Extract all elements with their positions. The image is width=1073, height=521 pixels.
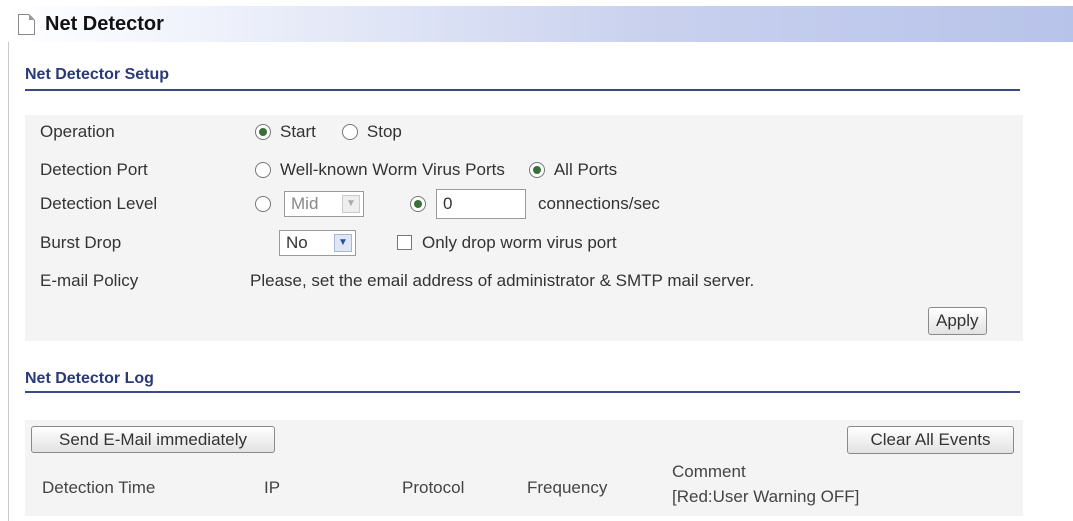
burst-drop-row: Burst Drop No ▼ Only drop worm virus por… <box>25 227 1023 258</box>
level-select-value: Mid <box>291 193 319 213</box>
burst-drop-select-value: No <box>286 232 308 252</box>
page-icon <box>18 13 35 35</box>
operation-stop-radio[interactable] <box>341 123 358 140</box>
custom-level-radio[interactable] <box>410 195 426 212</box>
setup-section-title: Net Detector Setup <box>25 66 170 83</box>
email-policy-message: Please, set the email address of adminis… <box>250 270 755 290</box>
well-known-ports-radio[interactable] <box>255 161 271 178</box>
column-header-comment: Comment <box>672 462 746 481</box>
operation-label: Operation <box>40 121 115 141</box>
threshold-input[interactable]: 0 <box>436 188 526 219</box>
all-ports-label: All Ports <box>553 159 618 179</box>
operation-start-radio[interactable] <box>255 123 271 140</box>
preset-level-radio[interactable] <box>255 195 271 212</box>
threshold-unit-label: connections/sec <box>538 193 660 213</box>
send-email-button[interactable]: Send E-Mail immediately <box>31 426 275 453</box>
apply-button[interactable]: Apply <box>928 307 987 335</box>
chevron-down-icon: ▼ <box>334 233 352 252</box>
setup-section-rule <box>25 89 1020 91</box>
window-title: Net Detector <box>45 12 164 35</box>
log-section-title: Net Detector Log <box>25 370 154 387</box>
only-drop-label: Only drop worm virus port <box>422 232 617 252</box>
threshold-input-value: 0 <box>443 193 453 213</box>
column-header-comment-note: [Red:User Warning OFF] <box>672 487 860 506</box>
column-header-protocol: Protocol <box>402 478 465 497</box>
detection-port-label: Detection Port <box>40 159 148 179</box>
well-known-ports-label: Well-known Worm Virus Ports <box>280 159 505 179</box>
column-header-ip: IP <box>264 478 281 497</box>
left-border <box>8 42 9 521</box>
operation-row: Operation Start Stop <box>25 116 1023 147</box>
operation-stop-label: Stop <box>366 121 402 141</box>
chevron-down-icon: ▼ <box>342 194 360 213</box>
column-header-frequency: Frequency <box>527 478 608 497</box>
burst-drop-label: Burst Drop <box>40 232 122 252</box>
detection-level-row: Detection Level Mid ▼ 0 connections/sec <box>25 188 1023 219</box>
level-select[interactable]: Mid ▼ <box>284 190 364 217</box>
email-policy-label: E-mail Policy <box>40 270 139 290</box>
only-drop-checkbox[interactable] <box>397 235 412 250</box>
column-header-detection-time: Detection Time <box>42 478 156 497</box>
operation-start-label: Start <box>280 121 316 141</box>
all-ports-radio[interactable] <box>528 161 545 178</box>
clear-all-events-button[interactable]: Clear All Events <box>847 426 1014 454</box>
burst-drop-select[interactable]: No ▼ <box>279 229 356 256</box>
window-titlebar: Net Detector <box>8 6 1073 42</box>
email-policy-row: E-mail Policy Please, set the email addr… <box>25 265 1023 296</box>
log-section-rule <box>25 391 1020 393</box>
detection-level-label: Detection Level <box>40 193 158 213</box>
detection-port-row: Detection Port Well-known Worm Virus Por… <box>25 154 1023 185</box>
